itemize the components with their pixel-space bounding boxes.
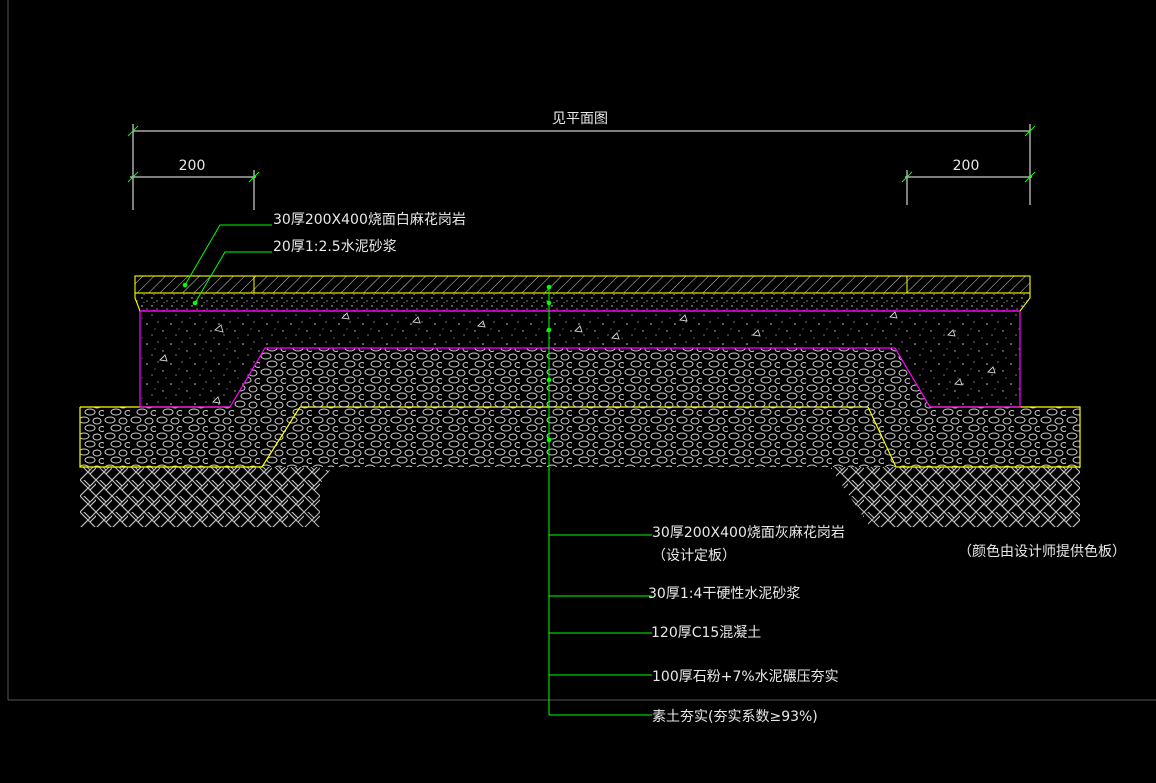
mortar-layer — [134, 292, 1031, 312]
dry-mortar-label: 30厚1:4干硬性水泥砂浆 — [648, 586, 800, 602]
section-drawing: 见平面图 200 200 30厚200X400烧面白麻花岗岩 20厚1:2.5水… — [7, 0, 1156, 725]
right-dimension — [901, 170, 1036, 205]
granite-label: 30厚200X400烧面灰麻花岗岩 — [652, 525, 845, 541]
left-dimension — [127, 170, 260, 210]
concrete-label: 120厚C15混凝土 — [651, 625, 761, 641]
soil-layer-fill — [80, 470, 1080, 527]
granite-left-label: 30厚200X400烧面白麻花岗岩 — [273, 212, 466, 228]
trench-pebbles — [230, 348, 930, 407]
soil-label: 素土夯实(夯实系数≥93%) — [652, 709, 818, 725]
left-dimension-value: 200 — [179, 158, 206, 174]
stone-base-layer — [80, 407, 1080, 467]
granite-layer — [134, 275, 1031, 294]
right-dimension-value: 200 — [953, 158, 980, 174]
side-note-label: （颜色由设计师提供色板） — [958, 543, 1126, 560]
granite-note-label: （设计定板） — [652, 548, 736, 564]
top-dimension-label: 见平面图 — [552, 111, 608, 127]
stone-base-label: 100厚石粉+7%水泥碾压夯实 — [652, 669, 839, 685]
mortar-left-label: 20厚1:2.5水泥砂浆 — [273, 239, 397, 255]
top-dimension — [127, 124, 1036, 210]
cad-viewport[interactable]: 见平面图 200 200 30厚200X400烧面白麻花岗岩 20厚1:2.5水… — [0, 0, 1156, 779]
